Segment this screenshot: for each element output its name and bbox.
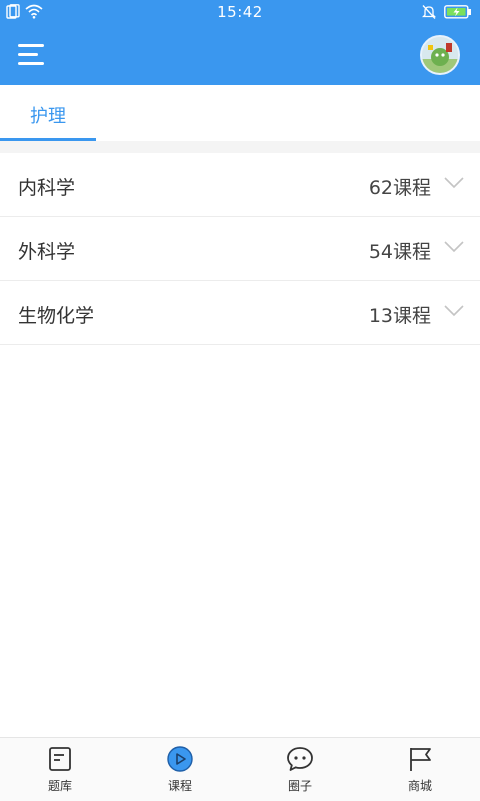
bottom-navigation: 题库 课程 圈子 商城 (0, 737, 480, 801)
chevron-down-icon[interactable] (444, 177, 464, 189)
list-item[interactable]: 生物化学 13课程 (0, 281, 480, 345)
subject-title: 外科学 (18, 241, 76, 263)
category-tab-bar: 护理 (0, 85, 480, 141)
nav-label: 商城 (407, 779, 432, 793)
subject-title: 内科学 (18, 177, 76, 199)
chat-bubble-icon (287, 747, 313, 771)
app-bar (0, 24, 480, 85)
status-time: 15:42 (217, 3, 263, 21)
subject-title: 生物化学 (18, 305, 95, 327)
battery-charging-icon (444, 5, 471, 19)
user-avatar[interactable] (420, 35, 460, 75)
nav-item-community[interactable]: 圈子 (240, 738, 360, 801)
tab-nursing[interactable]: 护理 (0, 85, 96, 141)
status-bar: 15:42 (0, 0, 480, 24)
nav-item-store[interactable]: 商城 (360, 738, 480, 801)
course-subject-list: 内科学 62课程 外科学 54课程 生物化学 13课程 (0, 153, 480, 345)
nav-label: 圈子 (287, 779, 312, 793)
course-count: 54课程 (368, 241, 431, 263)
chevron-down-icon[interactable] (444, 241, 464, 253)
question-bank-icon (49, 747, 71, 771)
flag-icon (410, 748, 431, 771)
avatar-image-icon (422, 37, 458, 73)
list-item[interactable]: 内科学 62课程 (0, 153, 480, 217)
nav-label: 题库 (47, 779, 72, 793)
course-count: 13课程 (368, 305, 431, 327)
list-item[interactable]: 外科学 54课程 (0, 217, 480, 281)
section-divider (0, 141, 480, 153)
tab-label: 护理 (30, 106, 66, 127)
chevron-down-icon[interactable] (444, 305, 464, 317)
nav-label: 课程 (167, 779, 192, 793)
course-count: 62课程 (368, 177, 431, 199)
nav-item-courses[interactable]: 课程 (120, 738, 240, 801)
play-circle-icon (167, 746, 193, 772)
nav-item-question-bank[interactable]: 题库 (0, 738, 120, 801)
mute-bell-icon (422, 5, 436, 19)
hamburger-menu-icon[interactable] (18, 42, 48, 68)
